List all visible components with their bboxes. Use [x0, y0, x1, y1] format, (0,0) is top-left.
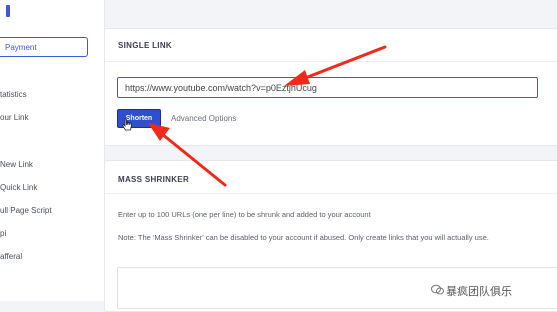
logo-bar-icon [6, 5, 10, 17]
sidebar-item-referral[interactable]: afferal [0, 252, 22, 261]
sidebar-item-api[interactable]: pi [0, 229, 6, 238]
single-link-title: SINGLE LINK [118, 41, 172, 50]
advanced-options-link[interactable]: Advanced Options [171, 114, 236, 123]
mass-shrinker-header: MASS SHRINKER [105, 161, 557, 194]
sidebar: Payment tatistics our Link New Link Quic… [0, 0, 105, 301]
payment-button[interactable]: Payment [0, 37, 88, 57]
main-content: SINGLE LINK Shorten Advanced Options MAS… [104, 0, 557, 312]
sidebar-item-statistics[interactable]: tatistics [0, 90, 27, 99]
single-link-card: SINGLE LINK Shorten Advanced Options [104, 28, 557, 146]
single-link-header: SINGLE LINK [105, 29, 557, 62]
sidebar-item-new-link[interactable]: New Link [0, 160, 33, 169]
url-input[interactable] [117, 77, 538, 98]
watermark-text: 暴疯团队俱乐 [446, 283, 512, 299]
mass-shrinker-title: MASS SHRINKER [118, 175, 190, 184]
sidebar-item-your-link[interactable]: our Link [0, 113, 28, 122]
hand-cursor-icon [121, 118, 132, 131]
sidebar-item-quick-link[interactable]: Quick Link [0, 183, 37, 192]
mass-shrinker-note: Note: The 'Mass Shrinker' can be disable… [118, 233, 489, 242]
wechat-icon [431, 284, 444, 295]
mass-shrinker-instruction: Enter up to 100 URLs (one per line) to b… [118, 210, 371, 219]
sidebar-item-full-page-script[interactable]: ull Page Script [0, 206, 52, 215]
